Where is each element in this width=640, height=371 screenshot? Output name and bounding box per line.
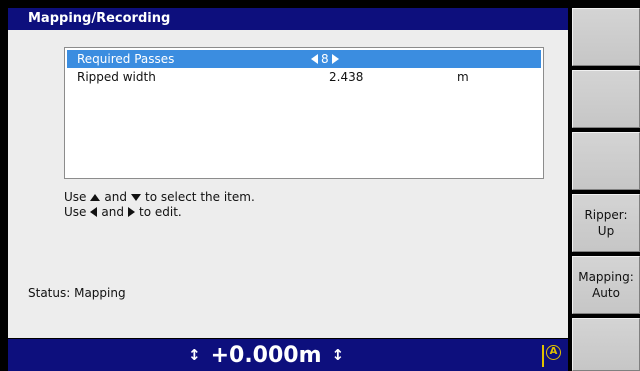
gps-a-icon: A bbox=[542, 345, 564, 367]
list-item-label: Required Passes bbox=[77, 52, 175, 66]
ripper-button[interactable]: Ripper: Up bbox=[572, 194, 640, 252]
help-text: and bbox=[104, 190, 127, 204]
increase-arrow-icon[interactable] bbox=[331, 54, 339, 64]
mapping-button-label: Mapping: bbox=[578, 270, 634, 284]
softkey-1[interactable] bbox=[572, 8, 640, 66]
help-text: to edit. bbox=[139, 205, 182, 219]
softkey-column: Ripper: Up Mapping: Auto bbox=[572, 8, 640, 371]
up-arrow-icon bbox=[90, 193, 101, 201]
help-text: and bbox=[101, 205, 124, 219]
list-item-unit: m bbox=[457, 70, 469, 84]
up-down-arrow-icon: ↕ bbox=[188, 346, 201, 364]
list-item-ripped-width[interactable]: Ripped width 2.438 m bbox=[67, 68, 541, 86]
ripper-button-value: Up bbox=[597, 224, 615, 238]
help-edit: Use and to edit. bbox=[64, 205, 182, 219]
help-text: Use bbox=[64, 190, 87, 204]
decrease-arrow-icon[interactable] bbox=[311, 54, 318, 64]
status-bar: ↕ +0.000m ↕ A bbox=[8, 339, 568, 371]
status-text: Status: Mapping bbox=[28, 286, 126, 300]
softkey-3[interactable] bbox=[572, 132, 640, 190]
mapping-button-value: Auto bbox=[592, 286, 620, 300]
left-arrow-icon bbox=[90, 207, 98, 217]
help-select: Use and to select the item. bbox=[64, 190, 255, 204]
help-text: Use bbox=[64, 205, 87, 219]
down-arrow-icon bbox=[131, 193, 141, 201]
ripper-button-label: Ripper: bbox=[584, 208, 628, 222]
list-item-value: 8 bbox=[321, 52, 329, 66]
screen: Mapping/Recording Required Passes 8 Ripp… bbox=[0, 0, 640, 371]
value-spinner[interactable]: 8 bbox=[311, 50, 339, 68]
right-arrow-icon bbox=[128, 207, 135, 217]
window-title: Mapping/Recording bbox=[8, 8, 568, 30]
elevation-readout: ↕ +0.000m ↕ bbox=[188, 339, 344, 371]
softkey-2[interactable] bbox=[572, 70, 640, 128]
settings-list[interactable]: Required Passes 8 Ripped width 2.438 m bbox=[64, 47, 544, 179]
mapping-button[interactable]: Mapping: Auto bbox=[572, 256, 640, 314]
help-text: to select the item. bbox=[145, 190, 255, 204]
elevation-value: +0.000m bbox=[210, 342, 322, 368]
softkey-6[interactable] bbox=[572, 318, 640, 371]
list-item-value: 2.438 bbox=[329, 70, 364, 84]
list-item-label: Ripped width bbox=[77, 70, 156, 84]
up-down-arrow-icon: ↕ bbox=[331, 346, 345, 364]
list-item-required-passes[interactable]: Required Passes 8 bbox=[67, 50, 541, 68]
